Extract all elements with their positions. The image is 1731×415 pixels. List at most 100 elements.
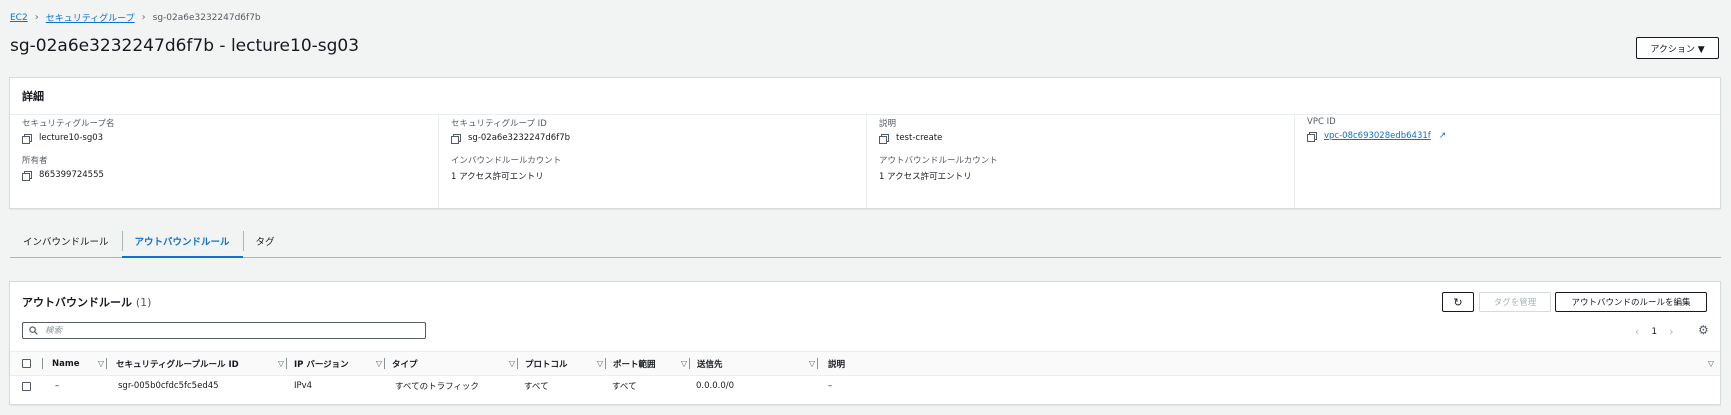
search-input[interactable] xyxy=(43,324,425,337)
column-header-label: タイプ xyxy=(392,359,418,370)
outbound-rules-panel: アウトバウンドルール (1) ↻ タグを管理 アウトバウンドのルールを編集 ‹ … xyxy=(10,282,1720,404)
chevron-right-icon[interactable]: › xyxy=(1669,325,1673,338)
table-row[interactable]: – sgr-005b0cfdc5fc5ed45 IPv4 すべてのトラフィック … xyxy=(10,375,1720,397)
cell-destination: 0.0.0.0/0 xyxy=(696,381,735,391)
outbound-count-value: 1 アクセス許可エントリ xyxy=(879,172,972,182)
outbound-count-field: アウトバウンドルールカウント 1 アクセス許可エントリ xyxy=(879,154,998,182)
refresh-button[interactable]: ↻ xyxy=(1442,292,1474,312)
row-checkbox[interactable] xyxy=(22,381,31,391)
cell-type: すべてのトラフィック xyxy=(395,382,479,392)
tab-tags[interactable]: タグ xyxy=(242,226,288,256)
refresh-icon: ↻ xyxy=(1453,295,1463,309)
pagination: ‹ 1 › xyxy=(1635,325,1674,338)
column-header-label: 説明 xyxy=(828,359,846,370)
column-divider xyxy=(517,358,518,369)
sort-icon: ▽ xyxy=(680,359,687,368)
breadcrumb-security-groups[interactable]: セキュリティグループ xyxy=(46,11,135,24)
sort-icon: ▽ xyxy=(1707,359,1714,368)
copy-icon[interactable] xyxy=(451,133,461,144)
details-column-2: セキュリティグループ ID sg-02a6e3232247d6f7b インバウン… xyxy=(438,115,864,208)
vpc-id-link[interactable]: vpc-08c693028edb6431f xyxy=(1324,131,1431,141)
inbound-count-value: 1 アクセス許可エントリ xyxy=(451,172,544,182)
sort-icon: ▽ xyxy=(277,359,284,368)
sg-id-value: sg-02a6e3232247d6f7b xyxy=(468,133,571,143)
column-divider xyxy=(384,358,385,369)
copy-icon[interactable] xyxy=(22,170,32,181)
sg-id-field: セキュリティグループ ID sg-02a6e3232247d6f7b xyxy=(451,117,571,144)
column-header-label: ポート範囲 xyxy=(613,359,656,370)
sort-icon: ▽ xyxy=(596,359,603,368)
copy-icon[interactable] xyxy=(1307,131,1317,142)
details-panel: 詳細 セキュリティグループ名 lecture10-sg03 所有者 865399… xyxy=(10,78,1720,208)
column-header-name[interactable]: Name ▽ xyxy=(42,352,106,375)
outbound-count-label: アウトバウンドルールカウント xyxy=(879,156,998,166)
select-all-checkbox-cell xyxy=(22,352,31,375)
table-header: Name ▽ セキュリティグループルール ID ▽ IP バージョン ▽ タイプ… xyxy=(10,351,1720,376)
search-box xyxy=(22,322,426,339)
tab-inbound-rules[interactable]: インバウンドルール xyxy=(10,226,122,256)
vpc-id-field: VPC ID vpc-08c693028edb6431f ↗ xyxy=(1307,117,1447,142)
cell-rule-id: sgr-005b0cfdc5fc5ed45 xyxy=(118,381,219,391)
column-header-rule-id[interactable]: セキュリティグループルール ID ▽ xyxy=(106,352,286,375)
column-header-description[interactable]: 説明 ▽ xyxy=(817,352,1714,375)
row-checkbox-cell xyxy=(22,375,31,397)
page-number[interactable]: 1 xyxy=(1651,327,1657,337)
column-header-type[interactable]: タイプ ▽ xyxy=(384,352,517,375)
column-divider xyxy=(42,358,43,369)
chevron-right-icon: › xyxy=(141,12,146,23)
details-header: 詳細 xyxy=(10,78,1720,115)
owner-label: 所有者 xyxy=(22,156,48,166)
column-header-protocol[interactable]: プロトコル ▽ xyxy=(517,352,605,375)
edit-outbound-rules-button[interactable]: アウトバウンドのルールを編集 xyxy=(1555,292,1707,312)
copy-icon[interactable] xyxy=(22,133,32,144)
gear-icon[interactable]: ⚙ xyxy=(1698,323,1709,337)
cell-protocol: すべて xyxy=(524,382,549,392)
select-all-checkbox[interactable] xyxy=(22,359,31,368)
column-header-port-range[interactable]: ポート範囲 ▽ xyxy=(605,352,689,375)
sort-icon: ▽ xyxy=(508,359,515,368)
description-value: test-create xyxy=(896,133,943,143)
cell-name: – xyxy=(55,381,60,391)
rules-title: アウトバウンドルール xyxy=(22,296,132,309)
chevron-left-icon[interactable]: ‹ xyxy=(1635,325,1639,338)
sg-id-label: セキュリティグループ ID xyxy=(451,119,547,129)
external-link-icon[interactable]: ↗ xyxy=(1439,131,1447,141)
owner-field: 所有者 865399724555 xyxy=(22,154,104,181)
cell-description: – xyxy=(828,381,833,391)
column-divider xyxy=(286,358,287,369)
cell-ip-version: IPv4 xyxy=(294,381,313,391)
actions-button[interactable]: アクション ▼ xyxy=(1636,37,1719,59)
column-header-label: プロトコル xyxy=(525,359,568,370)
column-header-label: セキュリティグループルール ID xyxy=(116,359,239,370)
column-header-label: IP バージョン xyxy=(294,359,349,370)
copy-icon[interactable] xyxy=(879,133,889,144)
inbound-count-label: インバウンドルールカウント xyxy=(451,156,562,166)
sort-icon: ▽ xyxy=(375,359,382,368)
column-divider xyxy=(605,358,606,369)
column-header-label: 送信先 xyxy=(697,359,723,370)
search-icon xyxy=(29,326,38,335)
breadcrumb-ec2[interactable]: EC2 xyxy=(10,13,28,23)
column-divider xyxy=(106,358,107,369)
column-header-label: Name xyxy=(52,358,80,369)
sg-name-field: セキュリティグループ名 lecture10-sg03 xyxy=(22,117,115,144)
sg-name-label: セキュリティグループ名 xyxy=(22,119,115,129)
column-divider xyxy=(689,358,690,369)
column-header-destination[interactable]: 送信先 ▽ xyxy=(689,352,817,375)
cell-port-range: すべて xyxy=(612,382,637,392)
rules-count: (1) xyxy=(135,296,152,309)
description-field: 説明 test-create xyxy=(879,117,943,144)
column-divider xyxy=(817,358,818,369)
manage-tags-button[interactable]: タグを管理 xyxy=(1479,292,1551,312)
tab-list: インバウンドルール アウトバウンドルール タグ xyxy=(10,226,1721,258)
inbound-count-field: インバウンドルールカウント 1 アクセス許可エントリ xyxy=(451,154,561,182)
sort-icon: ▽ xyxy=(97,359,104,368)
details-column-1: セキュリティグループ名 lecture10-sg03 所有者 865399724… xyxy=(10,115,435,208)
tab-outbound-rules[interactable]: アウトバウンドルール xyxy=(121,226,243,258)
details-column-4: VPC ID vpc-08c693028edb6431f ↗ xyxy=(1294,115,1720,208)
sg-name-value: lecture10-sg03 xyxy=(39,133,104,143)
sort-icon: ▽ xyxy=(808,359,815,368)
column-header-ip-version[interactable]: IP バージョン ▽ xyxy=(286,352,384,375)
vpc-id-label: VPC ID xyxy=(1307,117,1336,127)
rules-heading: アウトバウンドルール (1) xyxy=(22,294,151,310)
